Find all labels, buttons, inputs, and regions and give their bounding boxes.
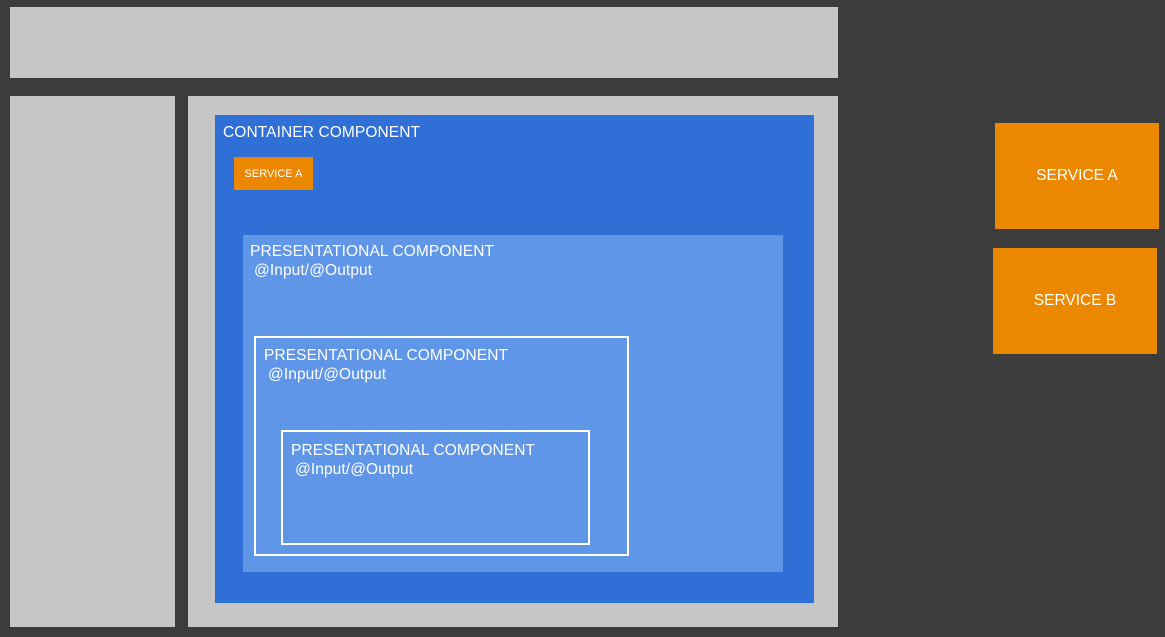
sidebar-placeholder: [10, 96, 175, 627]
container-service-a: SERVICE A: [234, 157, 313, 190]
presentational-inner-io: @Input/@Output: [295, 461, 414, 478]
container-component-title: CONTAINER COMPONENT: [223, 124, 421, 141]
presentational-component-inner: PRESENTATIONAL COMPONENT @Input/@Output: [281, 430, 590, 545]
service-a-box: SERVICE A: [995, 123, 1159, 229]
header-placeholder: [10, 7, 838, 78]
presentational-middle-io: @Input/@Output: [268, 366, 387, 383]
service-b-box: SERVICE B: [993, 248, 1157, 354]
service-a-label: SERVICE A: [1036, 167, 1118, 184]
service-b-label: SERVICE B: [1033, 292, 1117, 309]
presentational-middle-title: PRESENTATIONAL COMPONENT: [264, 347, 509, 364]
presentational-outer-title: PRESENTATIONAL COMPONENT: [250, 243, 495, 260]
presentational-outer-io: @Input/@Output: [254, 262, 373, 279]
presentational-inner-title: PRESENTATIONAL COMPONENT: [291, 442, 536, 459]
container-service-a-label: SERVICE A: [244, 167, 303, 180]
